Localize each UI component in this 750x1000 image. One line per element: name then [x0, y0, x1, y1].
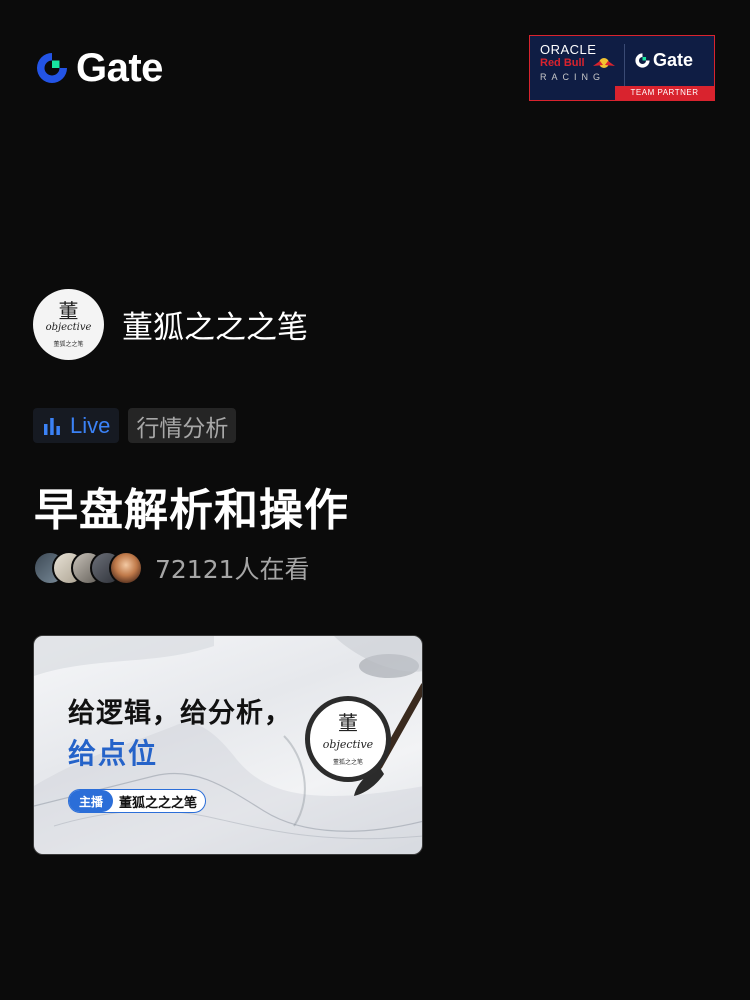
partner-redbull-text: Red Bull [540, 57, 585, 69]
host-avatar[interactable]: 董 objective 董狐之之笔 [33, 289, 104, 360]
avatar-caption: 董狐之之笔 [53, 341, 84, 348]
partner-gate-logo: Gate [634, 50, 693, 71]
gate-logo: Gate [34, 48, 163, 88]
stream-title: 早盘解析和操作 [34, 485, 349, 536]
red-bull-icon [593, 58, 615, 68]
cover-subheadline: 给点位 [68, 737, 159, 770]
live-badge: Live [33, 408, 120, 443]
partner-gate-text: Gate [653, 50, 694, 70]
cover-host-name: 董狐之之之笔 [119, 795, 198, 811]
team-partner-banner: ORACLE Red Bull RACING Gate TEAM PARTNER [529, 35, 715, 101]
cover-host-label: 主播 [69, 790, 114, 812]
partner-oracle-text: ORACLE [540, 42, 597, 57]
cover-host-pill: 主播 董狐之之之笔 [68, 789, 207, 813]
viewer-avatar [109, 551, 143, 585]
live-bars-icon [44, 417, 60, 435]
team-partner-badge: TEAM PARTNER [615, 86, 714, 100]
avatar-calligraphy: 董 [58, 299, 79, 323]
cover-headline: 给逻辑，给分析， [68, 698, 292, 729]
stream-cover-card[interactable]: 给逻辑，给分析， 给点位 董 objective 董狐之之笔 主播 董狐之之之笔 [33, 635, 423, 855]
partner-racing-text: RACING [540, 72, 606, 82]
category-tag[interactable]: 行情分析 [128, 408, 237, 443]
partner-divider [624, 44, 625, 86]
live-label: Live [70, 412, 111, 438]
viewer-count: 72121人在看 [155, 555, 310, 584]
host-info[interactable]: 董 objective 董狐之之笔 董狐之之之笔 [33, 289, 308, 360]
host-name[interactable]: 董狐之之之笔 [122, 302, 308, 347]
viewer-row: 72121人在看 [33, 550, 310, 586]
gate-logo-icon [37, 53, 67, 83]
gate-logo-icon [635, 53, 650, 68]
seal-caption: 董狐之之笔 [332, 759, 363, 766]
stream-tags: Live 行情分析 [33, 408, 237, 443]
cover-seal: 董 objective 董狐之之笔 [305, 696, 391, 782]
seal-calligraphy: 董 [338, 711, 358, 735]
seal-script: objective [322, 738, 374, 751]
brand-name: Gate [76, 46, 163, 90]
avatar-script: objective [45, 322, 92, 333]
